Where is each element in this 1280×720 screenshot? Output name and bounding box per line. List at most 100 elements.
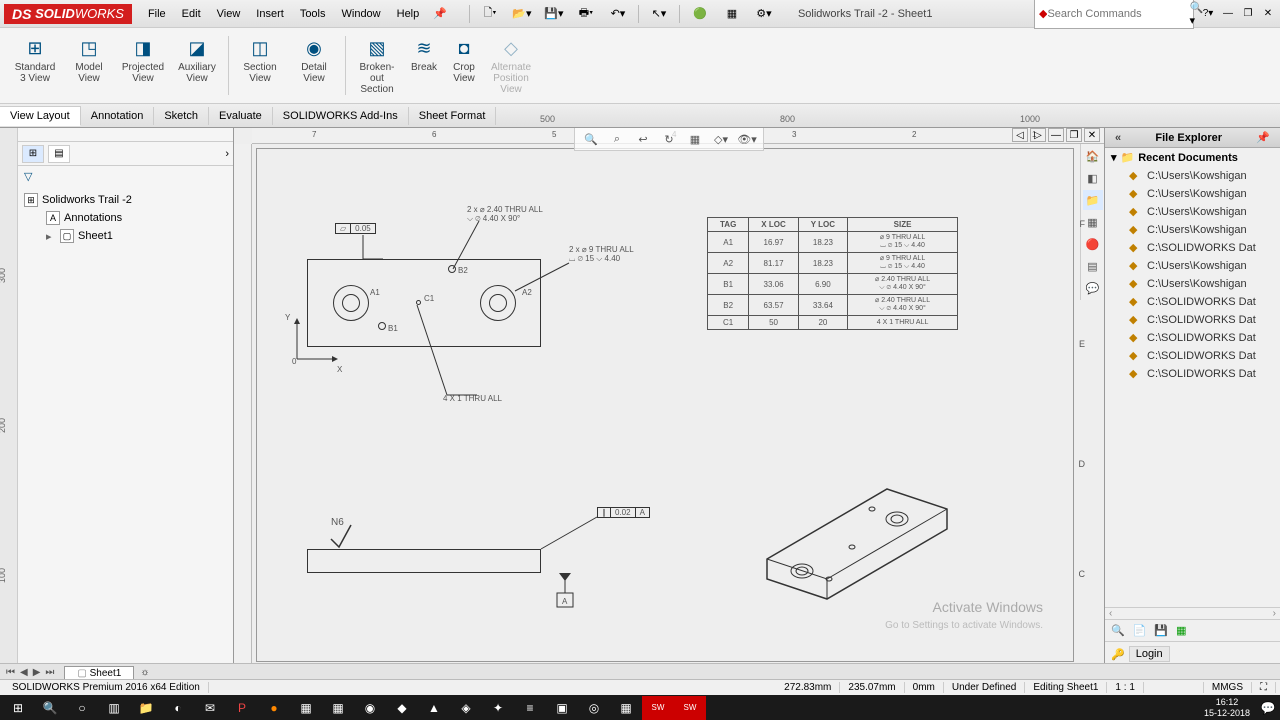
sheet-first-icon[interactable]: ⏮ xyxy=(4,667,17,678)
doc-min2-button[interactable]: — xyxy=(1048,128,1064,142)
doc-restore-button[interactable]: ❐ xyxy=(1066,128,1082,142)
help-button[interactable]: ?▾ xyxy=(1200,7,1216,21)
hide-show-icon[interactable]: ◇▾ xyxy=(711,130,731,148)
tb-clock[interactable]: 16:1215-12-2018 xyxy=(1196,697,1258,719)
sheet-next-icon[interactable]: ▶ xyxy=(31,667,43,678)
fe-item[interactable]: ◆C:\Users\Kowshigan xyxy=(1105,221,1280,239)
fe-tool4-icon[interactable]: ▦ xyxy=(1176,624,1186,637)
tp-home-icon[interactable]: 🏠 xyxy=(1083,146,1103,166)
fe-item[interactable]: ◆C:\SOLIDWORKS Dat xyxy=(1105,239,1280,257)
menu-window[interactable]: Window xyxy=(334,4,389,24)
tb-app4-icon[interactable]: ◆ xyxy=(386,696,418,720)
tp-file-explorer-icon[interactable]: 📁 xyxy=(1083,190,1103,210)
tp-forum-icon[interactable]: 💬 xyxy=(1083,278,1103,298)
menu-view[interactable]: View xyxy=(209,4,249,24)
doc-max-button[interactable]: ▷ xyxy=(1030,128,1046,142)
fe-item[interactable]: ◆C:\Users\Kowshigan xyxy=(1105,275,1280,293)
status-units[interactable]: MMGS xyxy=(1204,682,1252,693)
expand-icon[interactable]: ▸ xyxy=(46,230,56,243)
menu-file[interactable]: File xyxy=(140,4,174,24)
print-button[interactable]: 🖶▾ xyxy=(572,4,600,24)
fe-item[interactable]: ◆C:\Users\Kowshigan xyxy=(1105,203,1280,221)
fe-item[interactable]: ◆C:\SOLIDWORKS Dat xyxy=(1105,329,1280,347)
tp-properties-icon[interactable]: ▤ xyxy=(1083,256,1103,276)
fe-tool1-icon[interactable]: 🔍 xyxy=(1111,624,1125,637)
tp-design-lib-icon[interactable]: ◧ xyxy=(1083,168,1103,188)
ft-tab-tree[interactable]: ⊞ xyxy=(22,145,44,163)
fe-tool2-icon[interactable]: 📄 xyxy=(1133,624,1147,637)
ribbon-detail-view[interactable]: ◉Detail View xyxy=(287,32,341,99)
ft-tab-props[interactable]: ▤ xyxy=(48,145,70,163)
tb-calc-icon[interactable]: ▦ xyxy=(322,696,354,720)
fe-item[interactable]: ◆C:\SOLIDWORKS Dat xyxy=(1105,365,1280,383)
ribbon-break[interactable]: ≋Break xyxy=(404,32,444,99)
fe-item[interactable]: ◆C:\Users\Kowshigan xyxy=(1105,185,1280,203)
menu-edit[interactable]: Edit xyxy=(174,4,209,24)
ribbon-broken-out[interactable]: ▧Broken-out Section xyxy=(350,32,404,99)
tb-search-icon[interactable]: 🔍 xyxy=(34,696,66,720)
tb-app11-icon[interactable]: ▦ xyxy=(610,696,642,720)
tb-app7-icon[interactable]: ✦ xyxy=(482,696,514,720)
rotate-icon[interactable]: ↻ xyxy=(659,130,679,148)
ribbon-section-view[interactable]: ◫Section View xyxy=(233,32,287,99)
fe-hscroll[interactable]: ‹› xyxy=(1105,607,1280,619)
tp-view-palette-icon[interactable]: ▦ xyxy=(1083,212,1103,232)
tb-cortana-icon[interactable]: ○ xyxy=(66,696,98,720)
save-button[interactable]: 💾▾ xyxy=(540,4,568,24)
isometric-view[interactable] xyxy=(757,439,957,599)
tb-taskview-icon[interactable]: ▥ xyxy=(98,696,130,720)
tb-mail-icon[interactable]: ✉ xyxy=(194,696,226,720)
undo-button[interactable]: ↶▾ xyxy=(604,4,632,24)
hole-callout-cbore[interactable]: 2 x ⌀ 9 THRU ALL ⌴ ⌀ 15 ⌵ 4.40 xyxy=(569,245,634,264)
ribbon-auxiliary-view[interactable]: ◪Auxiliary View xyxy=(170,32,224,99)
tab-view-layout[interactable]: View Layout xyxy=(0,106,81,126)
fe-item[interactable]: ◆C:\Users\Kowshigan xyxy=(1105,257,1280,275)
search-input[interactable] xyxy=(1047,8,1189,20)
tree-root[interactable]: ⊞ Solidworks Trail -2 xyxy=(24,191,227,209)
close-button[interactable]: ✕ xyxy=(1260,7,1276,21)
status-maximize-icon[interactable]: ⛶ xyxy=(1252,682,1276,693)
tb-app1-icon[interactable]: ◐ xyxy=(162,696,194,720)
tb-chrome-icon[interactable]: ◉ xyxy=(354,696,386,720)
select-button[interactable]: ↖▾ xyxy=(645,4,673,24)
pin-icon[interactable]: 📌 xyxy=(433,7,447,20)
fe-recent-section[interactable]: ▾ 📁 Recent Documents xyxy=(1105,148,1280,167)
tree-annotations[interactable]: A Annotations xyxy=(24,209,227,227)
fe-collapse-icon[interactable]: « xyxy=(1111,132,1125,144)
tree-sheet1[interactable]: ▸ ▢ Sheet1 xyxy=(24,227,227,245)
doc-min-button[interactable]: ◁ xyxy=(1012,128,1028,142)
sheet-prev-icon[interactable]: ◀ xyxy=(18,667,30,678)
drawing-canvas[interactable]: ◁ ▷ — ❐ ✕ 🔍 ⌕ ↩ ↻ ▦ ◇▾ 👁▾ 7 6 5 4 3 2 1 … xyxy=(234,128,1104,666)
flatness-tol[interactable]: ▱0.05 xyxy=(335,223,376,234)
tb-app5-icon[interactable]: ▲ xyxy=(418,696,450,720)
sheet-tab-sheet1[interactable]: ▢ Sheet1 xyxy=(64,666,134,680)
menu-help[interactable]: Help xyxy=(389,4,428,24)
tab-sketch[interactable]: Sketch xyxy=(154,107,209,125)
minimize-button[interactable]: — xyxy=(1220,7,1236,21)
tb-app10-icon[interactable]: ◎ xyxy=(578,696,610,720)
sheet-last-icon[interactable]: ⏭ xyxy=(43,667,56,678)
status-scale[interactable]: 1 : 1 xyxy=(1107,682,1143,693)
tb-sw1-icon[interactable]: SW xyxy=(642,696,674,720)
search-commands[interactable]: ◆ 🔍▾ xyxy=(1034,0,1194,29)
fe-tool3-icon[interactable]: 💾 xyxy=(1154,624,1168,637)
tb-sw2-icon[interactable]: SW xyxy=(674,696,706,720)
fe-pin-icon[interactable]: 📌 xyxy=(1252,131,1274,144)
datum-a[interactable] xyxy=(555,573,575,613)
prev-view-icon[interactable]: ↩ xyxy=(633,130,653,148)
open-button[interactable]: 📂▾ xyxy=(508,4,536,24)
tb-app8-icon[interactable]: ≡ xyxy=(514,696,546,720)
zoom-fit-icon[interactable]: 🔍 xyxy=(581,130,601,148)
tb-app6-icon[interactable]: ◈ xyxy=(450,696,482,720)
menu-tools[interactable]: Tools xyxy=(292,4,334,24)
tb-firefox-icon[interactable]: ● xyxy=(258,696,290,720)
ribbon-model-view[interactable]: ◳Model View xyxy=(62,32,116,99)
doc-close-button[interactable]: ✕ xyxy=(1084,128,1100,142)
ribbon-projected-view[interactable]: ◨Projected View xyxy=(116,32,170,99)
display-style-icon[interactable]: ▦ xyxy=(685,130,705,148)
ribbon-crop-view[interactable]: ◘Crop View xyxy=(444,32,484,99)
tb-app3-icon[interactable]: ▦ xyxy=(290,696,322,720)
rebuild-button[interactable]: 🟢 xyxy=(686,4,714,24)
menu-insert[interactable]: Insert xyxy=(248,4,292,24)
front-view[interactable] xyxy=(307,549,541,573)
